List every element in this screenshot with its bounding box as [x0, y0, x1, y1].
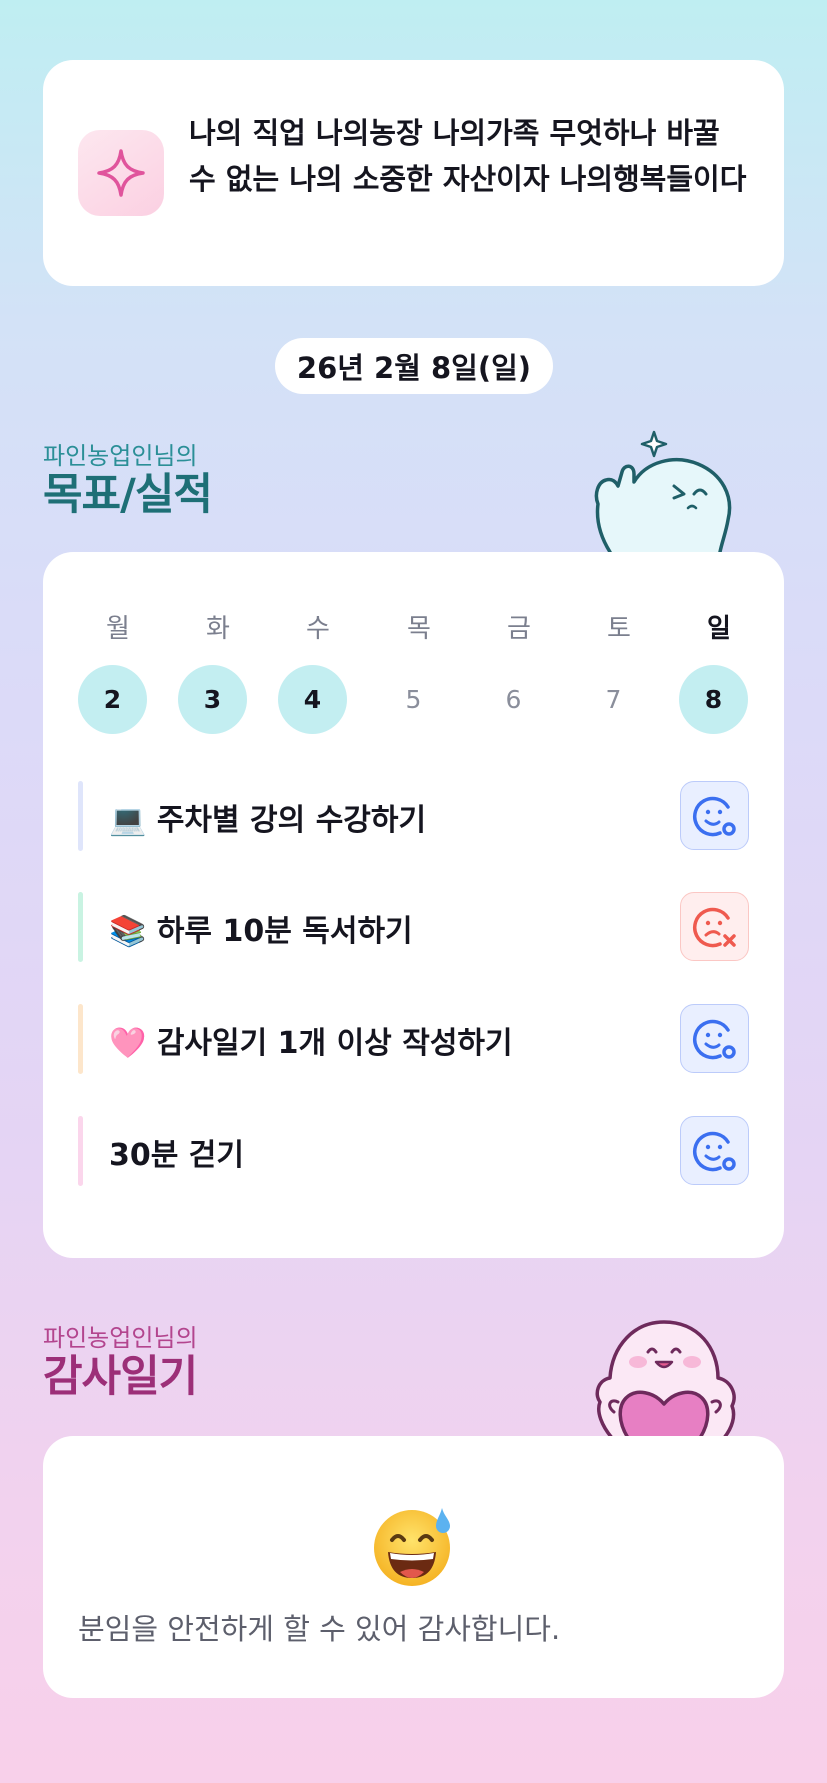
- goal-color-bar: [78, 892, 83, 962]
- smile-check-icon: [692, 1019, 736, 1059]
- day-7[interactable]: 7: [579, 665, 648, 734]
- goal-row[interactable]: 30분 걷기: [78, 1116, 749, 1186]
- grinning-sweat-emoji: [374, 1508, 450, 1586]
- day-6[interactable]: 6: [479, 665, 548, 734]
- weekday-wed: 수: [306, 614, 330, 644]
- goal-color-bar: [78, 1116, 83, 1186]
- weekday-sat: 토: [607, 614, 631, 644]
- thanks-section-title: 감사일기: [43, 1352, 198, 1402]
- weekday-mon: 월: [106, 614, 130, 644]
- goal-text: 감사일기 1개 이상 작성하기: [156, 1026, 513, 1061]
- weekday-tue: 화: [206, 614, 230, 644]
- sad-x-icon: [692, 907, 736, 947]
- day-4[interactable]: 4: [278, 665, 347, 734]
- smile-check-icon: [692, 796, 736, 836]
- goal-text: 30분 걷기: [109, 1138, 244, 1173]
- goal-label: 📚 하루 10분 독서하기: [109, 892, 413, 972]
- goal-status-missed[interactable]: [680, 892, 749, 961]
- day-2[interactable]: 2: [78, 665, 147, 734]
- goals-section-title: 목표/실적: [43, 470, 213, 520]
- goal-color-bar: [78, 781, 83, 851]
- goal-row[interactable]: 🩷 감사일기 1개 이상 작성하기: [78, 1004, 749, 1074]
- books-emoji: 📚: [109, 914, 147, 949]
- thanks-diary-text: 분임을 안전하게 할 수 있어 감사합니다.: [78, 1612, 561, 1646]
- laptop-emoji: 💻: [109, 803, 147, 838]
- goal-status-achieved[interactable]: [680, 1004, 749, 1073]
- goal-row[interactable]: 💻 주차별 강의 수강하기: [78, 781, 749, 851]
- waving-ghost-mascot: [594, 430, 732, 554]
- quote-card: 나의 직업 나의농장 나의가족 무엇하나 바꿀 수 없는 나의 소중한 자산이자…: [43, 60, 784, 286]
- day-3[interactable]: 3: [178, 665, 247, 734]
- goal-text: 주차별 강의 수강하기: [156, 803, 427, 838]
- goal-text: 하루 10분 독서하기: [156, 914, 413, 949]
- quote-text: 나의 직업 나의농장 나의가족 무엇하나 바꿀 수 없는 나의 소중한 자산이자…: [189, 116, 747, 196]
- weekday-sun: 일: [707, 614, 731, 644]
- pink-heart-emoji: 🩷: [109, 1026, 147, 1061]
- goal-label: 💻 주차별 강의 수강하기: [109, 781, 426, 861]
- date-pill[interactable]: 26년 2월 8일(일): [275, 338, 553, 394]
- goal-status-achieved[interactable]: [680, 1116, 749, 1185]
- thanks-diary-card: 분임을 안전하게 할 수 있어 감사합니다.: [43, 1436, 784, 1698]
- goal-label: 🩷 감사일기 1개 이상 작성하기: [109, 1004, 513, 1084]
- weekday-thu: 목: [407, 614, 431, 644]
- day-5[interactable]: 5: [379, 665, 448, 734]
- heart-holding-mascot: [595, 1320, 736, 1438]
- goal-color-bar: [78, 1004, 83, 1074]
- goal-row[interactable]: 📚 하루 10분 독서하기: [78, 892, 749, 962]
- weekday-fri: 금: [507, 614, 531, 644]
- goals-card: 월 화 수 목 금 토 일 2 3 4 5 6 7 8 💻 주차별 강의 수강하…: [43, 552, 784, 1258]
- smile-check-icon: [692, 1131, 736, 1171]
- day-8[interactable]: 8: [679, 665, 748, 734]
- goal-label: 30분 걷기: [109, 1116, 244, 1196]
- sparkle-icon: [78, 130, 164, 216]
- goal-status-achieved[interactable]: [680, 781, 749, 850]
